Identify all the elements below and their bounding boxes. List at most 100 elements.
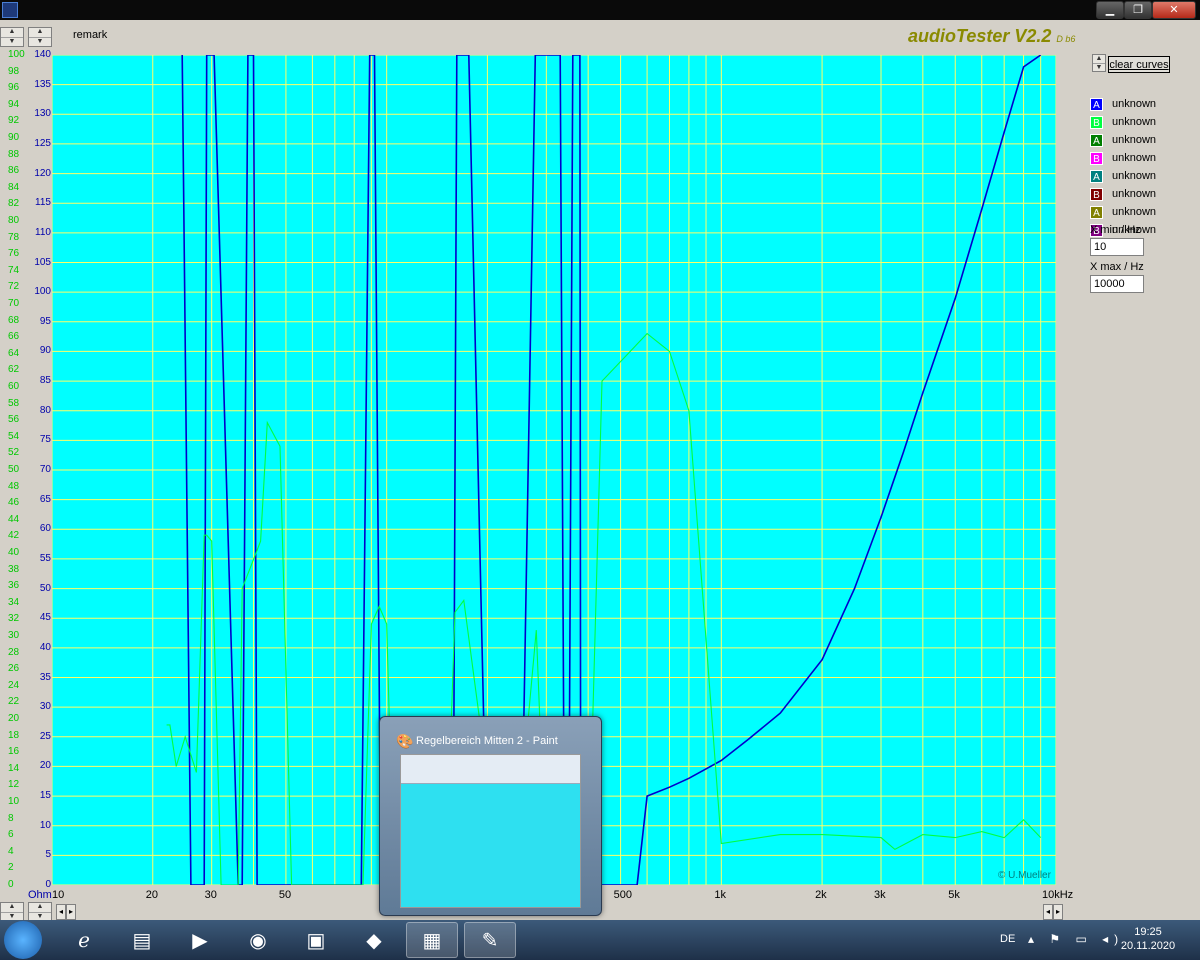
y-tick-ohm: 85 (39, 375, 51, 387)
spin-up-icon[interactable]: ▲ (1093, 55, 1105, 64)
y-tick-percent: 62 (8, 364, 20, 376)
x-offset-spinner[interactable]: ▲ ▼ (0, 902, 24, 922)
x-tick-label: 50 (278, 889, 292, 901)
y-tick-percent: 2 (8, 862, 14, 874)
clock[interactable]: 19:25 20.11.2020 (1120, 925, 1176, 953)
y-tick-percent: 6 (8, 829, 14, 841)
legend-swatch[interactable]: A (1090, 170, 1103, 183)
y-tick-percent: 98 (8, 65, 20, 77)
y-tick-ohm: 120 (34, 167, 51, 179)
start-button[interactable] (4, 921, 42, 959)
y-tick-ohm: 55 (39, 552, 51, 564)
legend-swatch[interactable]: B (1090, 152, 1103, 165)
app-title: audioTester V2.2 D b6 (908, 26, 1075, 47)
xmax-input[interactable]: 10000 (1090, 275, 1144, 293)
x-tick-label: 20 (145, 889, 158, 901)
y-tick-ohm: 45 (39, 612, 51, 624)
right-scroll-arrows[interactable]: ◂ ▸ (1043, 904, 1063, 920)
paint-icon: 🎨 (396, 733, 414, 749)
left-scroll-arrows[interactable]: ◂ ▸ (56, 904, 76, 920)
scroll-right-icon[interactable]: ▸ (66, 904, 76, 920)
taskbar: ℯ ▤ ▶ ◉ ▣ ◆ ▦ ✎ DE ▴ ⚑ ▭ ◂) 19:25 20.11.2… (0, 920, 1200, 960)
maximize-button[interactable]: ❐ (1124, 1, 1152, 19)
audiotester-icon[interactable]: ▦ (406, 922, 458, 958)
app-icon-m[interactable]: ◆ (348, 922, 400, 958)
xmin-input[interactable]: 10 (1090, 238, 1144, 256)
y-tick-percent: 38 (8, 563, 20, 575)
legend-swatch[interactable]: A (1090, 206, 1103, 219)
x-tick-label: 10 (52, 889, 65, 901)
y-tick-percent: 56 (8, 414, 20, 426)
firefox-icon[interactable]: ◉ (232, 922, 284, 958)
legend-swatch[interactable]: A (1090, 134, 1103, 147)
taskbar-thumbnail[interactable]: 🎨 Regelbereich Mitten 2 - Paint (379, 716, 602, 916)
legend-swatch[interactable]: B (1090, 116, 1103, 129)
y-tick-percent: 66 (8, 331, 20, 343)
y-tick-percent: 16 (8, 746, 20, 758)
remark-label[interactable]: remark (73, 29, 107, 41)
y-tick-ohm: 25 (39, 730, 51, 742)
y-tick-percent: 88 (8, 148, 20, 160)
y-tick-percent: 34 (8, 596, 20, 608)
y-tick-percent: 20 (8, 713, 20, 724)
ie-icon[interactable]: ℯ (58, 922, 110, 958)
tray-icons[interactable]: ▴ ⚑ ▭ ◂) (1028, 932, 1124, 946)
spin-down-icon[interactable]: ▼ (1093, 64, 1105, 72)
y-tick-ohm: 10 (39, 819, 51, 831)
spin-up-icon[interactable]: ▲ (29, 903, 51, 913)
thumbnail-title: Regelbereich Mitten 2 - Paint (416, 735, 558, 747)
clear-curves-button[interactable]: clear curves (1108, 56, 1170, 73)
legend-label: unknown (1112, 116, 1157, 128)
explorer-icon[interactable]: ▤ (116, 922, 168, 958)
spin-down-icon[interactable]: ▼ (29, 38, 51, 47)
y-tick-ohm: 15 (39, 790, 51, 802)
paint-taskbar-icon[interactable]: ✎ (464, 922, 516, 958)
y-tick-percent: 30 (8, 630, 20, 641)
legend-label: unknown (1112, 206, 1157, 218)
y-tick-ohm: 140 (34, 49, 51, 60)
curve-spinner[interactable]: ▲ ▼ (1092, 54, 1106, 72)
y-tick-ohm: 125 (34, 137, 51, 149)
y-tick-ohm: 100 (34, 286, 51, 298)
spin-up-icon[interactable]: ▲ (29, 28, 51, 38)
minimize-button[interactable]: ▁ (1096, 1, 1124, 19)
xmin-label: X min / Hz (1090, 224, 1141, 236)
scroll-right-icon[interactable]: ▸ (1053, 904, 1063, 920)
x-scale-spinner[interactable]: ▲ ▼ (28, 902, 52, 922)
y-tick-ohm: 75 (39, 434, 51, 446)
thumbnail-preview[interactable] (400, 754, 581, 908)
y-tick-percent: 12 (8, 779, 20, 791)
y-tick-ohm: 105 (34, 256, 51, 268)
legend-swatch[interactable]: A (1090, 98, 1103, 111)
y-tick-ohm: 5 (45, 849, 51, 861)
close-button[interactable]: ✕ (1152, 1, 1196, 19)
x-tick-label: 10kHz (1042, 889, 1074, 901)
clock-date: 20.11.2020 (1120, 940, 1176, 952)
y-tick-ohm: 90 (39, 345, 51, 357)
y-tick-ohm: 35 (39, 671, 51, 683)
y-tick-ohm: 70 (39, 464, 51, 475)
app-icon[interactable] (2, 2, 18, 18)
image-viewer-icon[interactable]: ▣ (290, 922, 342, 958)
spin-up-icon[interactable]: ▲ (1, 903, 23, 913)
x-tick-label: 3k (874, 889, 886, 901)
y-tick-ohm: 20 (39, 760, 51, 772)
spin-up-icon[interactable]: ▲ (1, 28, 23, 38)
copyright-label: © U.Mueller (998, 870, 1051, 881)
legend-label: unknown (1112, 134, 1157, 146)
scroll-left-icon[interactable]: ◂ (1043, 904, 1053, 920)
y-offset-spinner[interactable]: ▲ ▼ (0, 27, 24, 47)
y-tick-percent: 52 (8, 447, 20, 459)
xmax-label: X max / Hz (1090, 261, 1144, 273)
clock-time: 19:25 (1134, 926, 1162, 938)
spin-down-icon[interactable]: ▼ (1, 38, 23, 47)
scroll-left-icon[interactable]: ◂ (56, 904, 66, 920)
title-bar: ▁ ❐ ✕ (0, 0, 1200, 20)
y-tick-ohm: 115 (35, 197, 51, 209)
language-indicator[interactable]: DE (1000, 933, 1015, 945)
media-player-icon[interactable]: ▶ (174, 922, 226, 958)
legend-label: unknown (1112, 188, 1157, 200)
x-tick-label: 1k (714, 889, 726, 901)
legend-swatch[interactable]: B (1090, 188, 1103, 201)
y-scale-spinner[interactable]: ▲ ▼ (28, 27, 52, 47)
